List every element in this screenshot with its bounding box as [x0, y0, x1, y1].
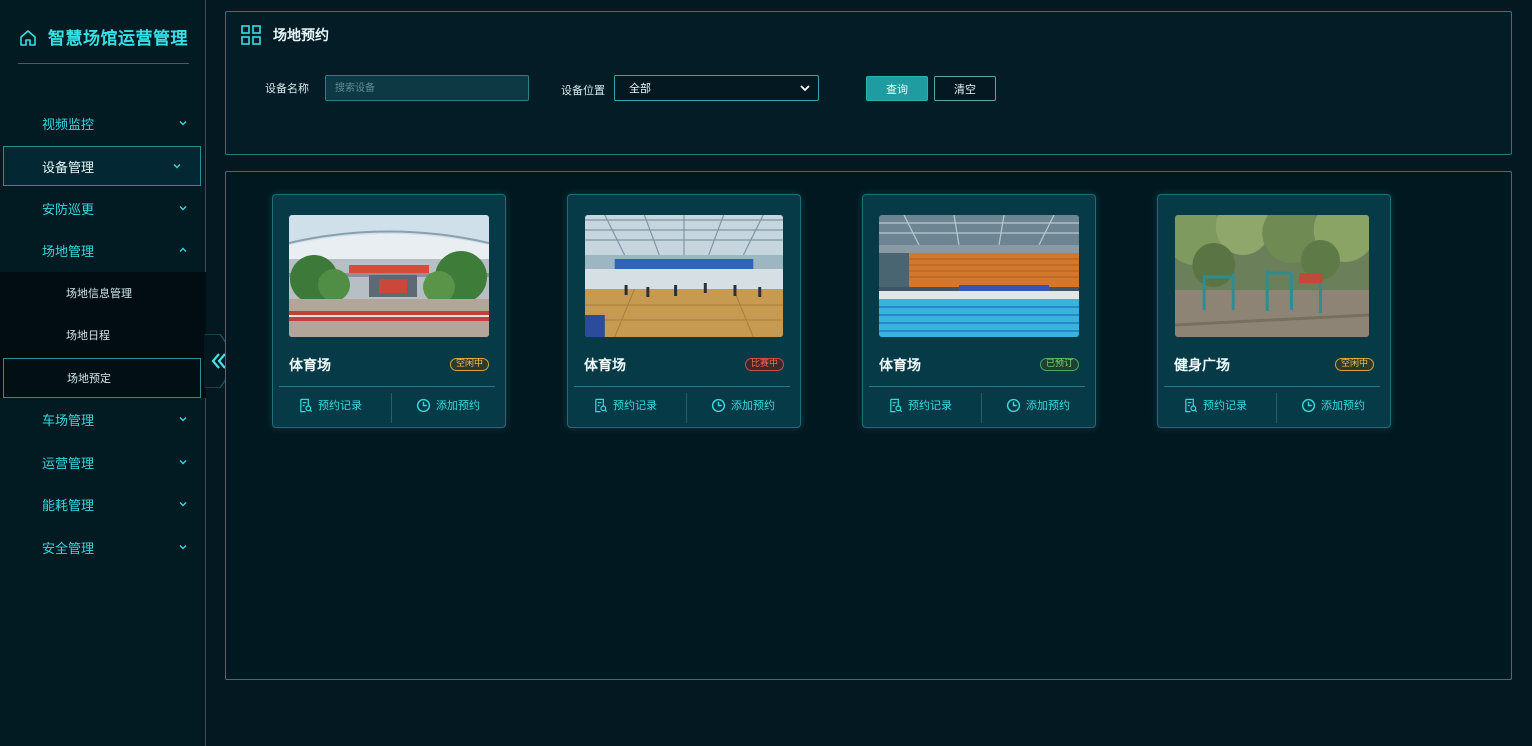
venue-card[interactable]: 体育场 比赛中 预约记录 添加预约 [567, 194, 801, 428]
sidebar-subitem-venue-booking[interactable]: 场地预定 [3, 358, 201, 398]
grid-icon [241, 25, 261, 45]
menu-item-device-management[interactable]: 设备管理 [3, 146, 201, 186]
device-location-value: 全部 [629, 82, 651, 95]
booking-record-label: 预约记录 [318, 399, 362, 412]
venue-name: 体育场 [584, 358, 626, 374]
add-booking-button[interactable]: 添加预约 [416, 397, 480, 413]
status-badge: 已预订 [1039, 358, 1079, 371]
clock-icon [1006, 398, 1021, 412]
booking-record-button[interactable]: 预约记录 [888, 397, 952, 413]
chevron-down-icon [179, 417, 187, 422]
subitem-label: 场地日程 [66, 329, 110, 342]
clock-icon [416, 398, 431, 412]
subitem-label: 场地信息管理 [66, 287, 132, 300]
chevron-down-icon [173, 164, 181, 169]
clock-icon [711, 398, 726, 412]
status-badge: 空闲中 [449, 358, 489, 371]
device-name-label: 设备名称 [265, 82, 309, 95]
app-title: 智慧场馆运营管理 [48, 29, 188, 49]
card-vertical-divider [981, 393, 982, 423]
document-search-icon [890, 398, 903, 412]
venue-list-panel: 体育场 空闲中 预约记录 添加预约 体育场 比赛中 预约记录 添加预约 体育场 … [225, 171, 1512, 680]
booking-record-button[interactable]: 预约记录 [298, 397, 362, 413]
status-badge: 空闲中 [1334, 358, 1374, 371]
venue-card[interactable]: 体育场 空闲中 预约记录 添加预约 [272, 194, 506, 428]
menu-item-operations-management[interactable]: 运营管理 [0, 442, 206, 482]
card-vertical-divider [391, 393, 392, 423]
chevron-down-icon [179, 206, 187, 211]
chevron-down-icon [179, 460, 187, 465]
device-location-label: 设备位置 [561, 84, 605, 97]
document-search-icon [595, 398, 608, 412]
menu-item-label: 设备管理 [42, 160, 95, 176]
page-title: 场地预约 [273, 28, 329, 44]
document-search-icon [1185, 398, 1198, 412]
add-booking-button[interactable]: 添加预约 [1006, 397, 1070, 413]
add-booking-label: 添加预约 [1321, 399, 1365, 412]
menu-item-venue-management[interactable]: 场地管理 [0, 230, 206, 270]
menu-item-parking-management[interactable]: 车场管理 [0, 399, 206, 439]
venue-card[interactable]: 健身广场 空闲中 预约记录 添加预约 [1157, 194, 1391, 428]
venue-name: 健身广场 [1174, 358, 1230, 374]
device-name-input[interactable] [325, 75, 529, 101]
status-badge: 比赛中 [744, 358, 784, 371]
search-panel: 场地预约 设备名称 设备位置 全部 查询 清空 [225, 11, 1512, 155]
chevron-up-icon [179, 247, 187, 252]
document-search-icon [300, 398, 313, 412]
menu-item-label: 安防巡更 [42, 202, 95, 218]
subitem-label: 场地预定 [67, 372, 111, 385]
venue-photo-indoor-gym [585, 215, 783, 337]
venue-card[interactable]: 体育场 已预订 预约记录 添加预约 [862, 194, 1096, 428]
panel-header: 场地预约 [241, 25, 329, 45]
card-divider [1164, 386, 1380, 387]
booking-record-button[interactable]: 预约记录 [593, 397, 657, 413]
booking-record-button[interactable]: 预约记录 [1183, 397, 1247, 413]
menu-item-security-patrol[interactable]: 安防巡更 [0, 188, 206, 228]
card-vertical-divider [686, 393, 687, 423]
menu-item-energy-management[interactable]: 能耗管理 [0, 484, 206, 524]
booking-record-label: 预约记录 [908, 399, 952, 412]
booking-record-label: 预约记录 [613, 399, 657, 412]
add-booking-label: 添加预约 [1026, 399, 1070, 412]
add-booking-button[interactable]: 添加预约 [1301, 397, 1365, 413]
venue-photo-stadium-exterior [289, 215, 489, 337]
venue-photo-fitness-plaza [1175, 215, 1369, 337]
menu-item-label: 运营管理 [42, 456, 95, 472]
clear-button[interactable]: 清空 [934, 76, 996, 101]
query-button[interactable]: 查询 [866, 76, 928, 101]
sidebar-subitem-venue-schedule[interactable]: 场地日程 [0, 315, 206, 355]
menu-item-safety-management[interactable]: 安全管理 [0, 527, 206, 567]
home-icon[interactable] [18, 28, 38, 48]
menu-item-label: 能耗管理 [42, 498, 95, 514]
venue-name: 体育场 [879, 358, 921, 374]
add-booking-label: 添加预约 [731, 399, 775, 412]
card-divider [279, 386, 495, 387]
chevron-down-icon [800, 85, 810, 92]
sidebar: 智慧场馆运营管理 视频监控 设备管理 安防巡更 场地管理 场地信息管理 场地日程… [0, 0, 206, 746]
menu-item-label: 场地管理 [42, 244, 95, 260]
add-booking-button[interactable]: 添加预约 [711, 397, 775, 413]
chevron-down-icon [179, 121, 187, 126]
brand: 智慧场馆运营管理 [18, 24, 189, 64]
menu-item-video-monitor[interactable]: 视频监控 [0, 103, 206, 143]
chevron-down-icon [179, 502, 187, 507]
device-location-select[interactable]: 全部 [614, 75, 819, 101]
clock-icon [1301, 398, 1316, 412]
menu-item-label: 安全管理 [42, 541, 95, 557]
card-divider [869, 386, 1085, 387]
booking-record-label: 预约记录 [1203, 399, 1247, 412]
chevron-down-icon [179, 545, 187, 550]
add-booking-label: 添加预约 [436, 399, 480, 412]
venue-name: 体育场 [289, 358, 331, 374]
sidebar-subitem-venue-info[interactable]: 场地信息管理 [0, 273, 206, 313]
menu-item-label: 车场管理 [42, 413, 95, 429]
card-vertical-divider [1276, 393, 1277, 423]
venue-photo-swimming-pool [879, 215, 1079, 337]
card-divider [574, 386, 790, 387]
menu-item-label: 视频监控 [42, 117, 95, 133]
